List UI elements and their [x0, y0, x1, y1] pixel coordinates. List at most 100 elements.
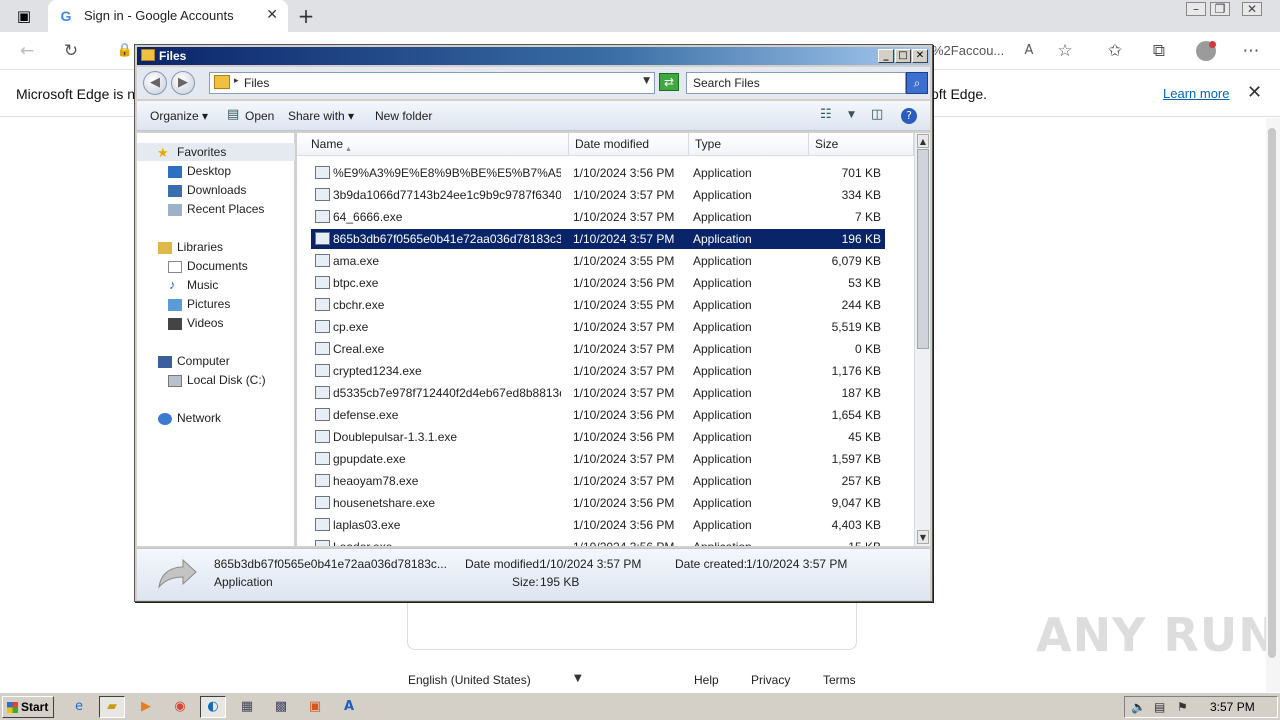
address-bar-text[interactable]: %2Faccou...: [932, 43, 1004, 58]
forward-arrow-icon[interactable]: ▶: [171, 71, 195, 95]
language-select[interactable]: English (United States): [408, 673, 531, 687]
collections-icon[interactable]: ⧉: [1148, 40, 1170, 62]
nav-pictures[interactable]: Pictures: [187, 297, 230, 311]
organize-menu[interactable]: Organize ▾: [150, 109, 208, 123]
volume-icon[interactable]: 🔈: [1131, 700, 1146, 714]
nav-documents[interactable]: Documents: [187, 259, 248, 273]
file-row[interactable]: 865b3db67f0565e0b41e72aa036d78183c33... 1…: [311, 229, 885, 249]
share-with-menu[interactable]: Share with ▾: [288, 109, 354, 123]
nav-computer[interactable]: Computer: [177, 354, 230, 368]
scrollbar-thumb[interactable]: [917, 149, 929, 349]
explorer-titlebar[interactable]: Files _ □ ✕: [137, 47, 930, 65]
back-arrow-icon[interactable]: ◀: [143, 71, 167, 95]
refresh-icon[interactable]: ↻: [60, 40, 82, 62]
search-icon[interactable]: ⌕: [906, 72, 928, 94]
internet-explorer-icon[interactable]: e: [66, 696, 92, 718]
tab-actions-icon[interactable]: ▣: [10, 6, 38, 26]
app-icon[interactable]: ▩: [268, 696, 294, 718]
explorer-taskbar-icon[interactable]: ▰: [99, 696, 125, 718]
tab-google-signin[interactable]: G Sign in - Google Accounts ✕: [48, 0, 288, 32]
edge-icon[interactable]: ◐: [200, 696, 226, 718]
more-menu-icon[interactable]: ⋯: [1240, 40, 1262, 62]
file-row[interactable]: crypted1234.exe 1/10/2024 3:57 PM Applicat…: [311, 361, 885, 381]
nav-favorites[interactable]: Favorites: [177, 145, 226, 159]
file-row[interactable]: btpc.exe 1/10/2024 3:56 PM Application 53 K…: [311, 273, 885, 293]
file-row[interactable]: %E9%A3%9E%E8%9B%BE%E5%B7%A5... 1/10/2024 …: [311, 163, 885, 183]
navigation-pane: ★ Favorites Desktop Downloads Recent Pla…: [137, 133, 295, 546]
nav-downloads[interactable]: Downloads: [187, 183, 246, 197]
app-a-icon[interactable]: A: [336, 696, 362, 718]
help-icon[interactable]: ?: [901, 108, 917, 124]
back-arrow-icon[interactable]: ←: [16, 40, 38, 62]
start-button[interactable]: Start: [2, 696, 54, 718]
nav-recent-places[interactable]: Recent Places: [187, 202, 264, 216]
file-name: d5335cb7e978f712440f2d4eb67ed8b8813d...: [333, 386, 561, 400]
privacy-link[interactable]: Privacy: [751, 673, 790, 687]
nav-desktop[interactable]: Desktop: [187, 164, 231, 178]
close-window-button[interactable]: ✕: [1242, 2, 1262, 16]
tab-close-icon[interactable]: ✕: [266, 7, 278, 23]
start-label: Start: [21, 700, 49, 714]
learn-more-link[interactable]: Learn more: [1163, 86, 1229, 101]
restore-button[interactable]: ❐: [1210, 2, 1230, 16]
scroll-down-arrow-icon[interactable]: ▼: [917, 530, 929, 544]
explorer-close-button[interactable]: ✕: [912, 49, 928, 63]
file-row[interactable]: defense.exe 1/10/2024 3:56 PM Application 1…: [311, 405, 885, 425]
read-aloud-icon[interactable]: A: [1018, 40, 1040, 62]
scroll-up-arrow-icon[interactable]: ▲: [917, 134, 929, 148]
terms-link[interactable]: Terms: [823, 673, 856, 687]
explorer-title: Files: [159, 49, 187, 63]
explorer-maximize-button[interactable]: □: [895, 49, 911, 63]
lock-icon[interactable]: 🔒: [114, 40, 136, 62]
nav-libraries[interactable]: Libraries: [177, 240, 223, 254]
nav-local-disk[interactable]: Local Disk (C:): [187, 373, 266, 387]
network-tray-icon[interactable]: ▤: [1154, 700, 1165, 714]
file-row[interactable]: housenetshare.exe 1/10/2024 3:56 PM Applic…: [311, 493, 885, 513]
file-row[interactable]: gpupdate.exe 1/10/2024 3:57 PM Application…: [311, 449, 885, 469]
chevron-down-icon[interactable]: ▼: [574, 673, 582, 684]
details-modified-label: Date modified:: [465, 557, 543, 571]
clock[interactable]: 3:57 PM: [1210, 700, 1255, 714]
new-folder-button[interactable]: New folder: [375, 109, 432, 123]
file-row[interactable]: cp.exe 1/10/2024 3:57 PM Application 5,519 …: [311, 317, 885, 337]
file-size: 187 KB: [841, 386, 881, 400]
chevron-down-icon[interactable]: ▼: [848, 110, 855, 120]
file-row[interactable]: cbchr.exe 1/10/2024 3:55 PM Application 244…: [311, 295, 885, 315]
address-path[interactable]: ▸ Files ▼: [209, 72, 655, 94]
explorer-minimize-button[interactable]: _: [878, 49, 894, 63]
view-options-icon[interactable]: ☷: [820, 107, 832, 122]
file-row[interactable]: 3b9da1066d77143b24ee1c9b9c9787f63400... 1…: [311, 185, 885, 205]
favorites-icon[interactable]: ✩: [1104, 40, 1126, 62]
preview-pane-icon[interactable]: ◫: [871, 107, 883, 122]
file-row[interactable]: d5335cb7e978f712440f2d4eb67ed8b8813d... 1…: [311, 383, 885, 403]
open-button[interactable]: Open: [245, 109, 274, 123]
search-input[interactable]: Search Files: [686, 72, 906, 94]
chrome-icon[interactable]: ◉: [167, 696, 193, 718]
infobar-close-icon[interactable]: ✕: [1247, 82, 1262, 103]
task-manager-icon[interactable]: ▦: [234, 696, 260, 718]
chevron-down-icon[interactable]: ▼: [643, 76, 650, 86]
page-scrollbar-thumb[interactable]: [1268, 128, 1276, 658]
chevron-right-icon[interactable]: ▸: [234, 76, 239, 86]
refresh-button[interactable]: ⇄: [659, 73, 679, 91]
file-row[interactable]: Creal.exe 1/10/2024 3:57 PM Application 0 K…: [311, 339, 885, 359]
office-icon[interactable]: ▣: [302, 696, 328, 718]
file-row[interactable]: 64_6666.exe 1/10/2024 3:57 PM Application 7…: [311, 207, 885, 227]
minimize-button[interactable]: –: [1186, 2, 1206, 16]
nav-videos[interactable]: Videos: [187, 316, 223, 330]
new-tab-button[interactable]: +: [294, 4, 318, 28]
path-segment[interactable]: Files: [244, 76, 269, 90]
file-size: 15 KB: [848, 540, 881, 546]
file-row[interactable]: heaoyam78.exe 1/10/2024 3:57 PM Applicatio…: [311, 471, 885, 491]
file-row[interactable]: Loader.exe 1/10/2024 3:56 PM Application 15…: [311, 537, 885, 546]
help-link[interactable]: Help: [694, 673, 719, 687]
file-row[interactable]: Doublepulsar-1.3.1.exe 1/10/2024 3:56 PM A…: [311, 427, 885, 447]
add-favorite-icon[interactable]: ☆: [1054, 40, 1076, 62]
file-row[interactable]: ama.exe 1/10/2024 3:55 PM Application 6,079…: [311, 251, 885, 271]
file-row[interactable]: laplas03.exe 1/10/2024 3:56 PM Application…: [311, 515, 885, 535]
media-player-icon[interactable]: ▶: [133, 696, 159, 718]
nav-music[interactable]: Music: [187, 278, 218, 292]
nav-network[interactable]: Network: [177, 411, 221, 425]
file-list-scrollbar[interactable]: ▲ ▼: [914, 133, 930, 546]
flag-icon[interactable]: ⚑: [1177, 700, 1188, 714]
